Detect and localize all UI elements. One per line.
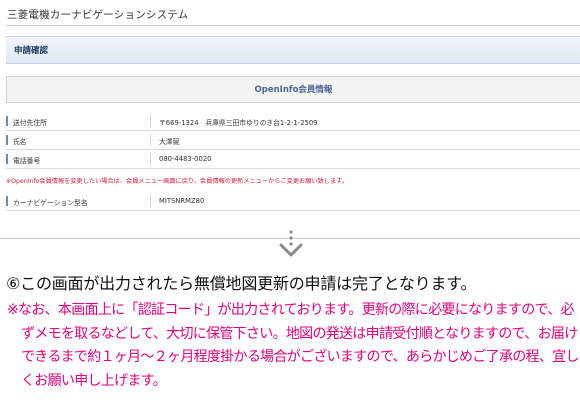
- row-label: 送付先住所: [13, 119, 47, 127]
- app-title: 三菱電機カーナビゲーションシステム: [7, 9, 189, 21]
- change-info-warning: ※OpenInfo会員情報を変更したい場合は、会員メニュー画面に戻り、会員情報の…: [6, 178, 348, 185]
- info-section-header: OpenInfo会員情報: [6, 76, 580, 103]
- chevron-down-icon: [279, 230, 303, 257]
- row-marker: [6, 154, 8, 164]
- row-value: MITSNRMZ80: [159, 197, 205, 205]
- row-value: 大澤競: [159, 138, 180, 146]
- row-marker: [6, 196, 8, 206]
- row-label: カーナビゲーション型名: [13, 199, 88, 207]
- row-separator: [150, 153, 151, 165]
- info-row-phone: 電話番号 080-4483-0020: [6, 150, 580, 169]
- row-label: 氏名: [13, 138, 27, 146]
- page-title: 申請確認: [14, 46, 49, 56]
- screenshot-panel: 三菱電機カーナビゲーションシステム 申請確認 OpenInfo会員情報 送付先住…: [0, 0, 580, 236]
- row-label: 電話番号: [13, 157, 41, 165]
- row-separator: [150, 195, 151, 207]
- info-row-name: 氏名 大澤競: [6, 131, 580, 150]
- title-divider: [6, 25, 580, 26]
- completion-message: ⑥この画面が出力されたら無償地図更新の申請は完了となります。: [6, 274, 477, 293]
- info-row-address: 送付先住所 〒669-1324 兵庫県三田市ゆりのき台1-2-1-2509: [6, 112, 580, 131]
- page-header-bar: 申請確認: [6, 36, 580, 64]
- info-row-model: カーナビゲーション型名 MITSNRMZ80: [6, 192, 580, 211]
- row-separator: [150, 115, 151, 127]
- auth-code-note: ※なお、本画面上に「認証コード」が出力されております。更新の際に必要になりますの…: [7, 302, 579, 389]
- row-separator: [150, 134, 151, 146]
- row-value: 〒669-1324 兵庫県三田市ゆりのき台1-2-1-2509: [159, 119, 318, 127]
- info-section-title: OpenInfo会員情報: [254, 85, 333, 95]
- row-marker: [6, 116, 8, 126]
- row-value: 080-4483-0020: [159, 155, 212, 163]
- row-marker: [6, 135, 8, 145]
